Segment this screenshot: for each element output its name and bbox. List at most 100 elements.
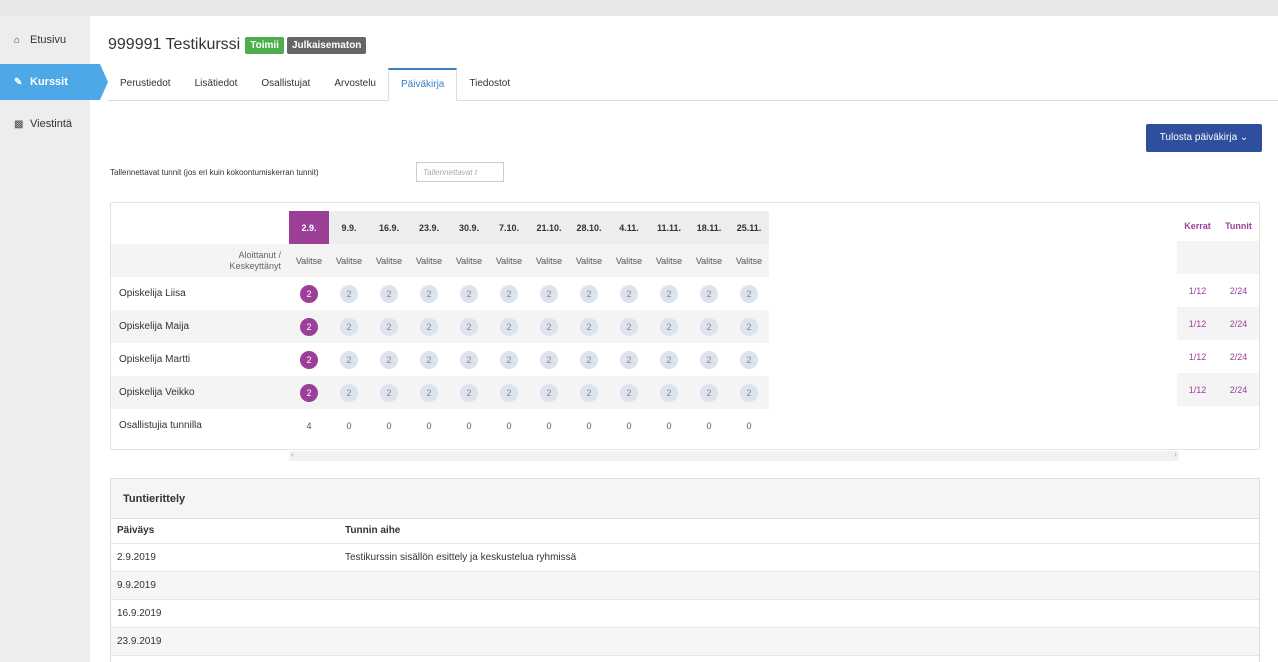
attendance-mark[interactable]: 2	[460, 317, 478, 336]
date-header[interactable]: 25.11.	[729, 211, 769, 244]
sidebar-item-etusivu[interactable]: ⌂ Etusivu	[0, 24, 90, 56]
date-header[interactable]: 16.9.	[369, 211, 409, 244]
sidebar-item-viestinta[interactable]: ▩ Viestintä	[0, 108, 90, 140]
date-header[interactable]: 2.9.	[289, 211, 329, 244]
attendance-mark[interactable]: 2	[460, 350, 478, 369]
print-diary-button[interactable]: Tulosta päiväkirja ⌄	[1146, 124, 1262, 152]
attendance-mark[interactable]: 2	[740, 350, 758, 369]
select-link[interactable]: Valitse	[529, 244, 569, 277]
select-link[interactable]: Valitse	[689, 244, 729, 277]
tunnit-header: Tunnit	[1225, 221, 1252, 231]
select-link[interactable]: Valitse	[569, 244, 609, 277]
tab-paivakirja[interactable]: Päiväkirja	[388, 68, 458, 101]
tab-arvostelu[interactable]: Arvostelu	[322, 68, 388, 100]
attendance-mark[interactable]: 2	[540, 284, 558, 303]
attendance-mark[interactable]: 2	[460, 284, 478, 303]
sidebar-item-kurssit[interactable]: ✎ Kurssit	[0, 64, 108, 100]
attendance-mark[interactable]: 2	[620, 284, 638, 303]
attendance-mark[interactable]: 2	[420, 383, 438, 402]
attendance-mark[interactable]: 2	[660, 350, 678, 369]
select-link[interactable]: Valitse	[329, 244, 369, 277]
attendance-mark[interactable]: 2	[620, 317, 638, 336]
attendance-mark[interactable]: 2	[580, 350, 598, 369]
attendance-mark[interactable]: 2	[740, 284, 758, 303]
tab-lisatiedot[interactable]: Lisätiedot	[183, 68, 250, 100]
select-link[interactable]: Valitse	[729, 244, 769, 277]
date-header[interactable]: 18.11.	[689, 211, 729, 244]
student-row: Opiskelija Maija 2 2 2 2 2 2 2 2 2 2 2 2	[111, 310, 769, 343]
scroll-right-icon[interactable]: ›	[1174, 449, 1177, 459]
status-badge: Toimii	[245, 36, 284, 54]
attendance-mark[interactable]: 2	[460, 383, 478, 402]
attendance-mark[interactable]: 2	[300, 284, 318, 303]
date-header[interactable]: 7.10.	[489, 211, 529, 244]
attendance-mark[interactable]: 2	[420, 284, 438, 303]
hours-label: Tallennettavat tunnit (jos eri kuin koko…	[110, 168, 319, 177]
attendance-mark[interactable]: 2	[300, 383, 318, 402]
attendance-mark[interactable]: 2	[540, 350, 558, 369]
attendance-mark[interactable]: 2	[380, 383, 398, 402]
attendance-mark[interactable]: 2	[420, 350, 438, 369]
attendance-mark[interactable]: 2	[300, 350, 318, 369]
attendance-mark[interactable]: 2	[740, 317, 758, 336]
scroll-left-icon[interactable]: ‹	[291, 449, 294, 459]
date-header[interactable]: 21.10.	[529, 211, 569, 244]
date-header[interactable]: 23.9.	[409, 211, 449, 244]
attendance-mark[interactable]: 2	[340, 317, 358, 336]
attendance-mark[interactable]: 2	[340, 284, 358, 303]
attendance-mark[interactable]: 2	[300, 317, 318, 336]
attendance-mark[interactable]: 2	[500, 383, 518, 402]
date-header[interactable]: 28.10.	[569, 211, 609, 244]
attendance-panel: 2.9. 9.9. 16.9. 23.9. 30.9. 7.10. 21.10.…	[110, 202, 1260, 461]
attendance-mark[interactable]: 2	[580, 317, 598, 336]
attendance-mark[interactable]: 2	[660, 284, 678, 303]
date-header[interactable]: 11.11.	[649, 211, 689, 244]
attendance-mark[interactable]: 2	[340, 383, 358, 402]
attendance-mark[interactable]: 2	[500, 317, 518, 336]
attendance-mark[interactable]: 2	[620, 350, 638, 369]
tab-tiedostot[interactable]: Tiedostot	[457, 68, 522, 100]
attendance-mark[interactable]: 2	[500, 284, 518, 303]
attendance-mark[interactable]: 2	[380, 284, 398, 303]
attendance-mark[interactable]: 2	[580, 383, 598, 402]
tunnit-value: 2/24	[1229, 285, 1248, 296]
participant-count: 0	[466, 420, 472, 431]
select-link[interactable]: Valitse	[489, 244, 529, 277]
date-header[interactable]: 30.9.	[449, 211, 489, 244]
attendance-mark[interactable]: 2	[500, 350, 518, 369]
date-header[interactable]: 4.11.	[609, 211, 649, 244]
select-link[interactable]: Valitse	[609, 244, 649, 277]
tunnit-value: 2/24	[1217, 307, 1259, 340]
attendance-mark[interactable]: 2	[380, 350, 398, 369]
hours-input[interactable]	[416, 162, 504, 182]
participant-count: 0	[706, 420, 712, 431]
attendance-mark[interactable]: 2	[580, 284, 598, 303]
date-header[interactable]: 9.9.	[329, 211, 369, 244]
table-header-row: Päiväys Tunnin aihe	[111, 519, 1259, 544]
attendance-mark[interactable]: 2	[700, 284, 718, 303]
attendance-mark[interactable]: 2	[340, 350, 358, 369]
tab-perustiedot[interactable]: Perustiedot	[108, 68, 183, 100]
attendance-mark[interactable]: 2	[660, 317, 678, 336]
horizontal-scrollbar[interactable]: ‹ ›	[289, 449, 1179, 461]
attendance-mark[interactable]: 2	[660, 383, 678, 402]
attendance-mark[interactable]: 2	[700, 317, 718, 336]
select-link[interactable]: Valitse	[449, 244, 489, 277]
attendance-mark[interactable]: 2	[620, 383, 638, 402]
select-link[interactable]: Valitse	[649, 244, 689, 277]
date-header-row: 2.9. 9.9. 16.9. 23.9. 30.9. 7.10. 21.10.…	[111, 211, 769, 244]
attendance-mark[interactable]: 2	[740, 383, 758, 402]
attendance-mark[interactable]: 2	[700, 350, 718, 369]
attendance-mark[interactable]: 2	[540, 383, 558, 402]
select-link[interactable]: Valitse	[409, 244, 449, 277]
attendance-mark[interactable]: 2	[380, 317, 398, 336]
row-topic	[339, 571, 1259, 600]
attendance-mark[interactable]: 2	[420, 317, 438, 336]
attendance-mark[interactable]: 2	[700, 383, 718, 402]
attendance-mark[interactable]: 2	[540, 317, 558, 336]
title-row: 999991 Testikurssi Toimii Julkaisematon	[108, 36, 369, 54]
select-link[interactable]: Valitse	[369, 244, 409, 277]
tab-osallistujat[interactable]: Osallistujat	[249, 68, 322, 100]
status-label: Aloittanut / Keskeyttänyt	[111, 244, 289, 277]
select-link[interactable]: Valitse	[289, 244, 329, 277]
